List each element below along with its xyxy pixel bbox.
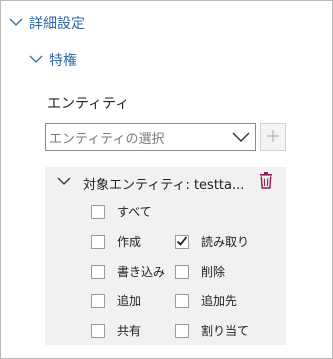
privileges-toggle[interactable]: 特権 [29,50,77,70]
permission-label: 作成 [117,235,142,249]
checkbox[interactable] [91,264,105,279]
checkbox[interactable] [175,264,189,279]
dialog-frame: 詳細設定 特権 エンティティ エンティティの選択 対象エンティティ: testt… [0,0,333,359]
checkbox[interactable] [175,323,189,338]
plus-icon [266,128,280,147]
permission-label: 読み取り [201,235,250,249]
checkbox[interactable] [175,232,189,251]
permission-checkbox[interactable]: 共有 [91,322,141,339]
chevron-down-icon[interactable] [227,124,255,150]
checkbox[interactable] [91,323,105,338]
chevron-down-icon [9,17,25,29]
chevron-down-icon[interactable] [57,176,73,188]
entity-select-placeholder: エンティティの選択 [49,131,165,147]
permission-label: すべて [117,205,152,219]
permission-label: 削除 [201,265,226,279]
target-entity-panel: 対象エンティティ: testta... すべて作成 読み取り書き込み 削除追加 追加先… [45,167,286,345]
add-entity-button[interactable] [260,123,286,151]
permission-checkbox[interactable]: 読み取り [175,233,249,250]
checkbox[interactable] [91,204,105,219]
entity-select[interactable]: エンティティの選択 [45,123,256,151]
trash-icon[interactable] [259,172,275,190]
entity-heading: エンティティ [47,96,130,112]
permission-checkbox[interactable]: すべて [91,203,152,220]
permission-checkbox[interactable]: 削除 [175,263,225,280]
permission-label: 共有 [117,324,142,338]
target-entity-title: 対象エンティティ: testta... [83,178,245,193]
checkbox[interactable] [175,293,189,308]
checkbox[interactable] [91,293,105,308]
checkmark-icon [176,232,188,251]
permission-label: 割り当て [201,324,250,338]
advanced-settings-label: 詳細設定 [29,16,85,32]
chevron-down-icon [29,54,45,66]
permission-checkbox[interactable]: 書き込み [91,263,165,280]
permission-checkbox[interactable]: 作成 [91,233,141,250]
privileges-label: 特権 [49,53,77,69]
permission-checkbox[interactable]: 追加 [91,292,141,309]
checkbox[interactable] [91,234,105,249]
advanced-settings-toggle[interactable]: 詳細設定 [9,13,85,33]
permission-checkbox[interactable]: 追加先 [175,292,237,309]
permission-label: 書き込み [117,265,166,279]
permission-label: 追加先 [201,294,238,308]
permission-label: 追加 [117,294,142,308]
permission-checkbox[interactable]: 割り当て [175,322,249,339]
target-entity-header: 対象エンティティ: testta... [45,167,286,197]
